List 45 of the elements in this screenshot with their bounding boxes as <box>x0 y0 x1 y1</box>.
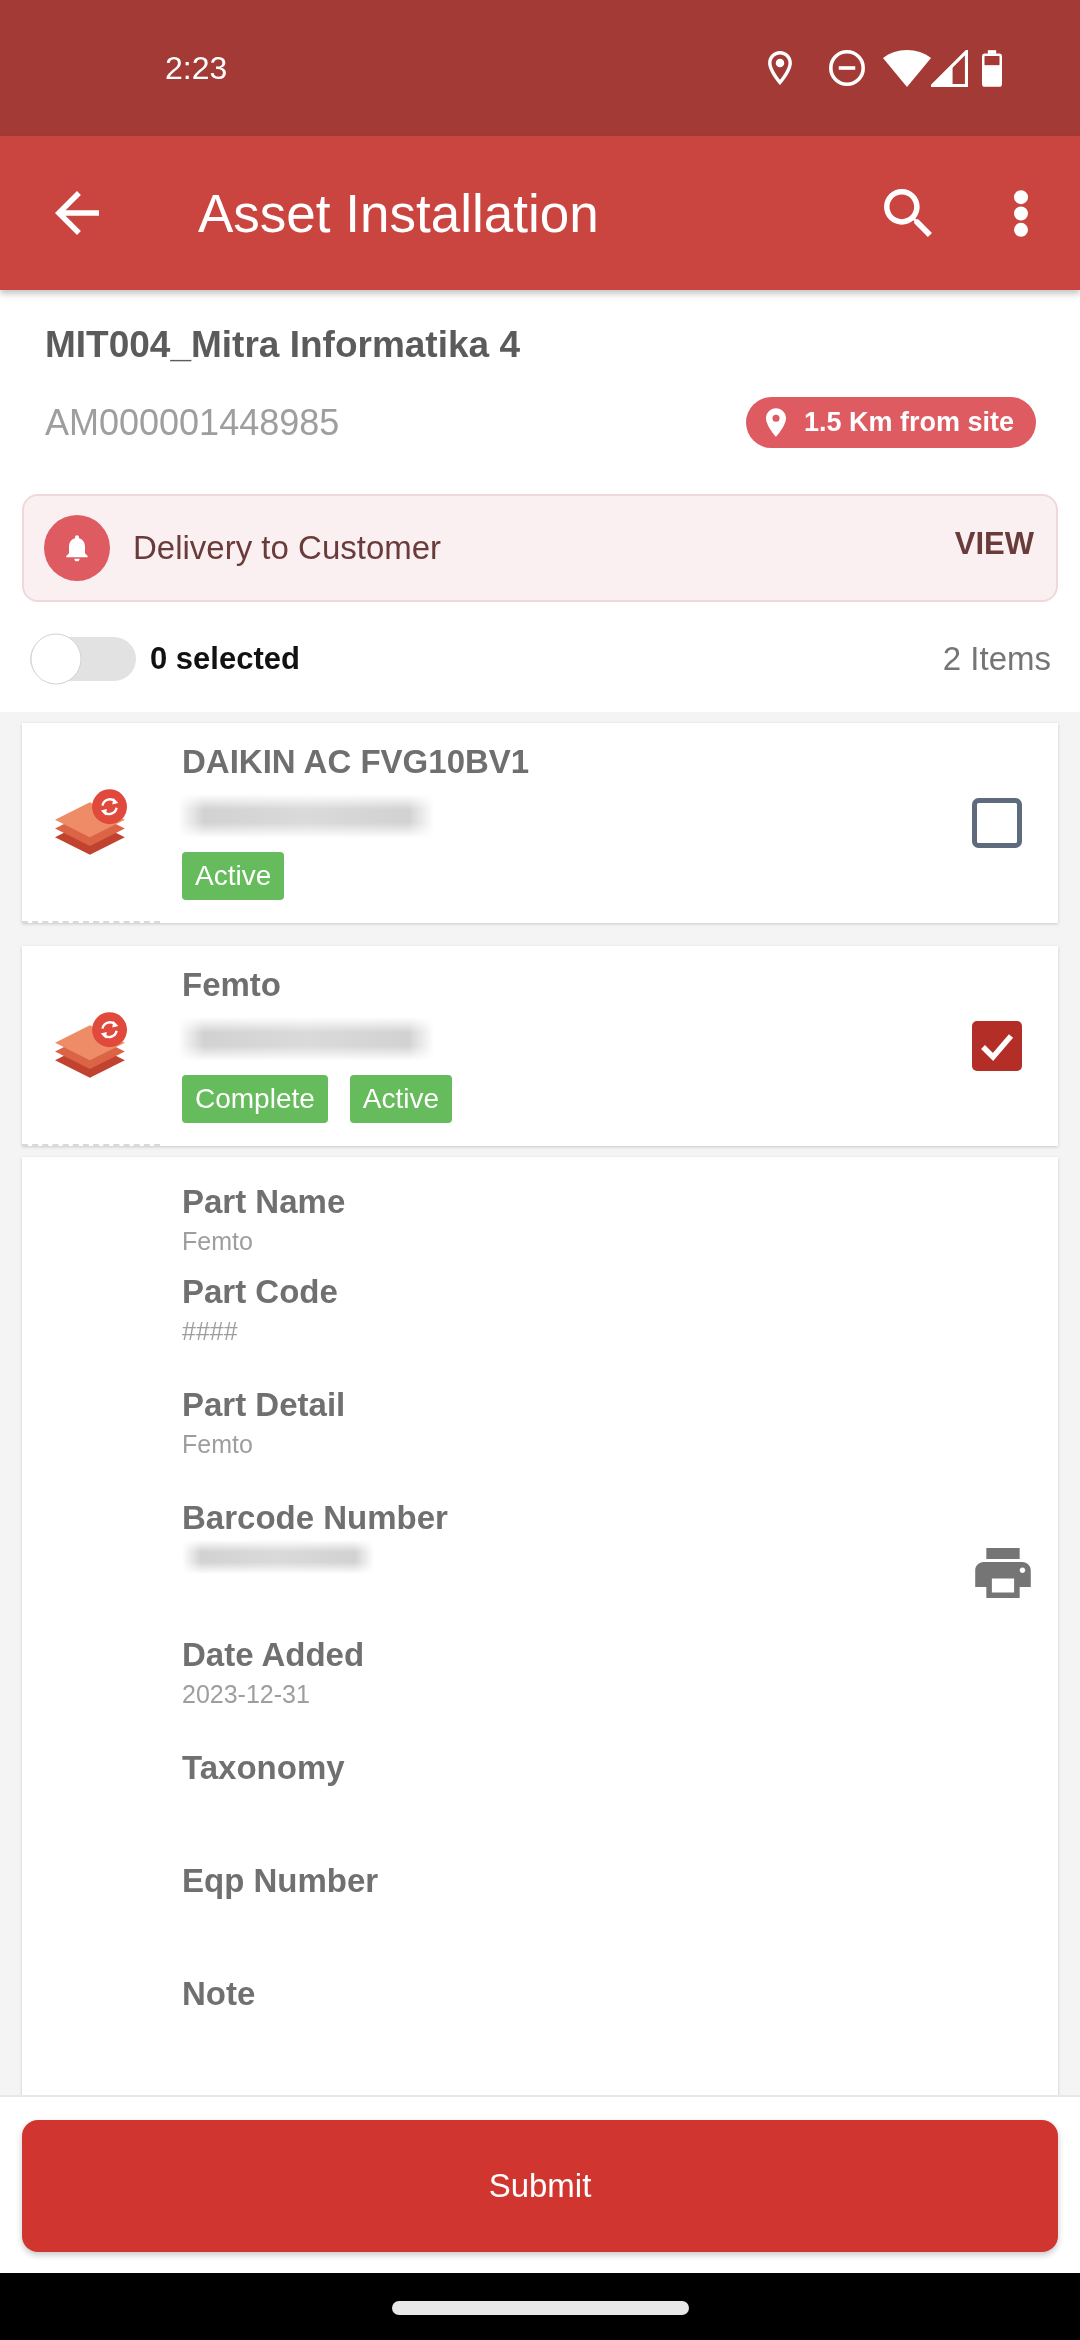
distance-text: 1.5 Km from site <box>803 407 1014 438</box>
signal-icon <box>931 49 968 87</box>
page-title: Asset Installation <box>198 182 600 244</box>
field-label: Part Code <box>182 1272 339 1312</box>
field-value: Femto <box>182 1226 254 1257</box>
field-label: Barcode Number <box>182 1498 449 1538</box>
location-icon <box>768 51 792 85</box>
field-label: Note <box>182 1974 257 2014</box>
layers-sync-icon <box>55 789 127 855</box>
location-pin-icon <box>765 408 786 437</box>
layers-sync-icon <box>55 1012 127 1078</box>
search-icon[interactable] <box>884 189 932 237</box>
item-card[interactable]: DAIKIN AC FVG10BV1 Active <box>22 723 1058 923</box>
field-value: #### <box>182 1316 239 1347</box>
item-count: 2 Items <box>942 640 1051 678</box>
field-value: 2023-12-31 <box>182 1679 311 1710</box>
do-not-disturb-icon <box>829 50 865 86</box>
field-label: Part Detail <box>182 1385 347 1425</box>
field-label: Eqp Number <box>182 1861 380 1901</box>
field-label: Date Added <box>182 1635 366 1675</box>
bell-icon <box>44 515 110 581</box>
selected-count: 0 selected <box>150 641 301 677</box>
field-value: Femto <box>182 1429 254 1460</box>
site-name: MIT004_Mitra Informatika 4 <box>44 323 521 367</box>
item-name: Femto <box>182 965 282 1005</box>
status-tag: Complete <box>182 1075 328 1123</box>
home-handle[interactable] <box>391 2301 689 2315</box>
item-checkbox[interactable] <box>972 1021 1022 1071</box>
battery-icon <box>982 49 1002 87</box>
back-icon[interactable] <box>55 191 99 235</box>
field-label: Taxonomy <box>182 1748 346 1788</box>
submit-button[interactable]: Submit <box>22 2120 1058 2252</box>
site-code: AM000001448985 <box>45 401 340 444</box>
more-options-icon[interactable] <box>1014 189 1028 237</box>
notice-text: Delivery to Customer <box>133 529 443 567</box>
selection-switch[interactable] <box>30 633 136 685</box>
printer-icon[interactable] <box>975 1548 1031 1598</box>
status-tag: Active <box>182 852 285 900</box>
item-card[interactable]: Femto Complete Active <box>22 946 1058 1146</box>
item-checkbox[interactable] <box>972 798 1022 848</box>
view-button[interactable]: VIEW <box>954 526 1034 562</box>
item-name: DAIKIN AC FVG10BV1 <box>182 742 531 782</box>
status-tag: Active <box>349 1075 453 1123</box>
status-time: 2:23 <box>165 49 229 87</box>
field-label: Part Name <box>182 1182 347 1222</box>
